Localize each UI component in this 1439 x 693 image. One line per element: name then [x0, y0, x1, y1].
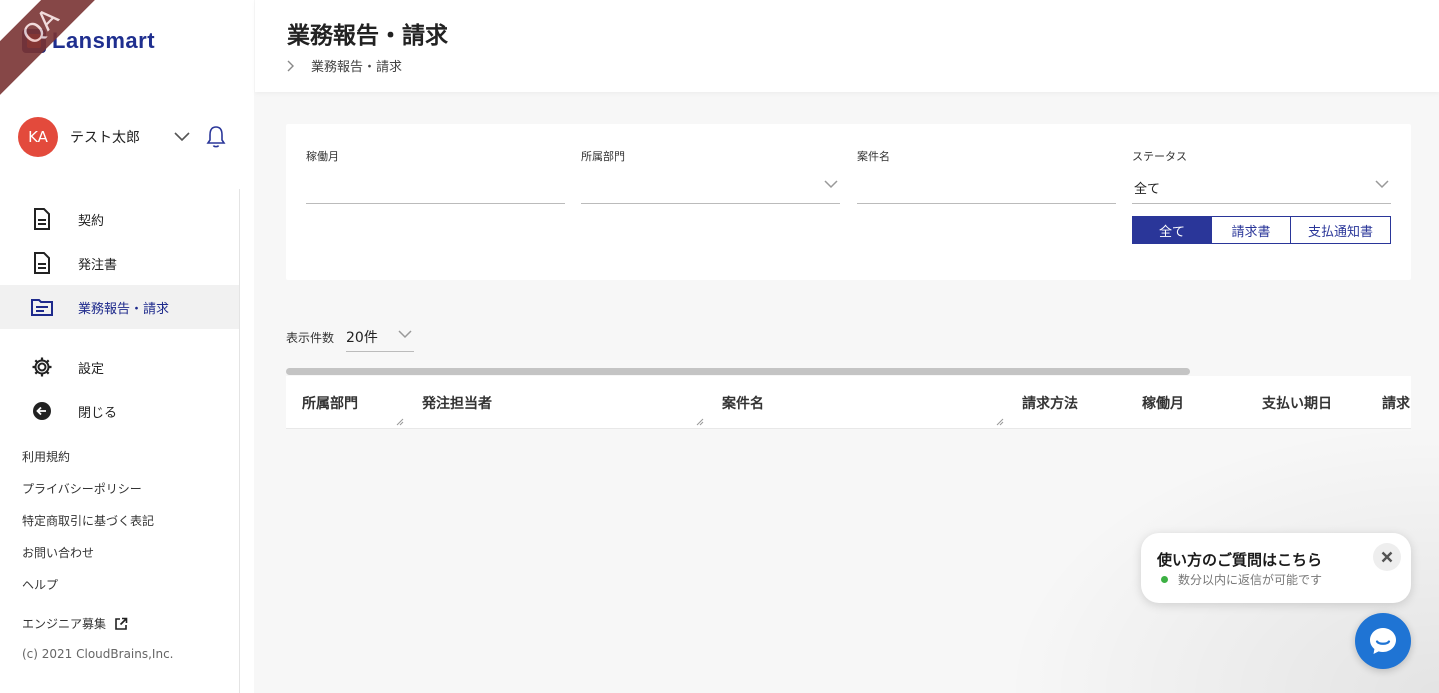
per-page-select[interactable]: 20件	[346, 322, 415, 352]
sidebar-item-reports-billing[interactable]: 業務報告・請求	[0, 285, 239, 329]
column-header-project[interactable]: 案件名	[722, 376, 1006, 428]
per-page-value: 20件	[346, 330, 378, 346]
user-menu: KA テスト太郎	[18, 117, 238, 157]
per-page-control: 表示件数 20件	[286, 322, 415, 352]
bell-icon[interactable]	[204, 124, 228, 150]
column-header-order-manager[interactable]: 発注担当者	[422, 376, 706, 428]
column-header-month[interactable]: 稼働月	[1142, 376, 1252, 428]
per-page-label: 表示件数	[286, 330, 335, 345]
chat-status-text: 数分以内に返信が可能です	[1178, 573, 1323, 587]
chevron-down-icon	[398, 330, 412, 339]
sidebar-item-contracts[interactable]: 契約	[0, 197, 239, 241]
page-header: 業務報告・請求 業務報告・請求	[255, 0, 1439, 92]
doc-type-invoice-button[interactable]: 請求書	[1212, 216, 1291, 244]
chat-prompt[interactable]: 使い方のご質問はこちら 数分以内に返信が可能です	[1141, 533, 1411, 603]
sidebar-nav: 契約 発注書 業務報告・請求 設定 閉じる	[0, 197, 239, 433]
column-header-label: 案件名	[722, 396, 764, 412]
contact-link[interactable]: お問い合わせ	[22, 544, 154, 576]
external-link-icon	[115, 617, 128, 630]
resize-handle-icon[interactable]	[996, 418, 1004, 426]
sidebar-item-label: 設定	[78, 361, 105, 377]
user-name[interactable]: テスト太郎	[70, 127, 166, 147]
sidebar-item-label: 発注書	[78, 257, 118, 273]
doc-type-payment-notice-button[interactable]: 支払通知書	[1291, 216, 1391, 244]
month-input[interactable]	[306, 168, 565, 204]
column-header-department[interactable]: 所属部門	[302, 376, 406, 428]
department-filter-label: 所属部門	[581, 150, 625, 163]
doc-type-all-button[interactable]: 全て	[1132, 216, 1212, 244]
document-icon	[30, 207, 54, 231]
help-link[interactable]: ヘルプ	[22, 576, 154, 608]
logo-text: Lansmart	[52, 28, 156, 53]
document-icon	[30, 251, 54, 275]
chat-launcher-button[interactable]	[1355, 613, 1411, 669]
status-filter: ステータス 全て	[1132, 148, 1391, 204]
month-filter: 稼働月	[306, 148, 565, 204]
department-filter: 所属部門	[581, 148, 840, 204]
status-filter-label: ステータス	[1132, 150, 1187, 163]
chat-status: 数分以内に返信が可能です	[1161, 571, 1322, 588]
commercial-law-link[interactable]: 特定商取引に基づく表記	[22, 512, 154, 544]
resize-handle-icon[interactable]	[396, 418, 404, 426]
sidebar-divider	[239, 189, 240, 693]
chat-title: 使い方のご質問はこちら	[1157, 551, 1323, 569]
column-header-due-date[interactable]: 支払い期日	[1262, 376, 1372, 428]
column-header-billing[interactable]: 請求	[1382, 376, 1411, 428]
gear-icon	[30, 355, 54, 379]
folder-icon	[30, 295, 54, 319]
column-header-label: 所属部門	[302, 396, 358, 412]
chevron-down-icon	[824, 180, 838, 189]
close-icon[interactable]	[1373, 543, 1401, 571]
privacy-link[interactable]: プライバシーポリシー	[22, 480, 154, 512]
breadcrumb-item[interactable]: 業務報告・請求	[311, 56, 402, 75]
sidebar-item-label: 業務報告・請求	[78, 301, 170, 317]
copyright: (c) 2021 CloudBrains,Inc.	[22, 647, 174, 661]
status-select-value: 全て	[1134, 182, 1161, 197]
sidebar-item-settings[interactable]: 設定	[0, 345, 239, 389]
footer-links: 利用規約 プライバシーポリシー 特定商取引に基づく表記 お問い合わせ ヘルプ エ…	[22, 448, 154, 640]
sidebar-item-purchase-orders[interactable]: 発注書	[0, 241, 239, 285]
resize-handle-icon[interactable]	[696, 418, 704, 426]
breadcrumb: 業務報告・請求	[287, 56, 402, 75]
filter-panel: 稼働月 所属部門 案件名 ステータス 全て 全て 請求書 支払通知書	[286, 124, 1411, 280]
project-input[interactable]	[857, 168, 1116, 204]
online-status-icon	[1161, 576, 1168, 583]
sidebar-collapse-button[interactable]: 閉じる	[0, 389, 239, 433]
chevron-down-icon	[1375, 180, 1389, 189]
month-filter-label: 稼働月	[306, 150, 339, 163]
avatar[interactable]: KA	[18, 117, 58, 157]
page-title: 業務報告・請求	[287, 23, 448, 49]
table-horizontal-scrollbar[interactable]	[286, 368, 1190, 375]
table-header: 所属部門 発注担当者 案件名 請求方法 稼働月 支払い期日 請求	[286, 376, 1411, 429]
column-header-label: 発注担当者	[422, 396, 492, 412]
sidebar: QA Lansmart KA テスト太郎 契約 発注書 業務報告・請求 設定 閉…	[0, 0, 254, 693]
project-filter: 案件名	[857, 148, 1116, 204]
back-arrow-icon	[30, 399, 54, 423]
document-type-toggle: 全て 請求書 支払通知書	[1132, 216, 1391, 244]
sidebar-item-label: 閉じる	[78, 405, 118, 421]
careers-link[interactable]: エンジニア募集	[22, 608, 128, 640]
column-header-billing-method[interactable]: 請求方法	[1022, 376, 1132, 428]
sidebar-item-label: 契約	[78, 213, 105, 229]
terms-link[interactable]: 利用規約	[22, 448, 154, 480]
chat-icon	[1370, 628, 1396, 654]
project-filter-label: 案件名	[857, 150, 890, 163]
chevron-down-icon[interactable]	[170, 125, 194, 149]
careers-link-label: エンジニア募集	[22, 617, 107, 631]
chevron-right-icon	[287, 60, 301, 72]
department-select[interactable]	[581, 168, 840, 204]
status-select[interactable]: 全て	[1132, 168, 1391, 204]
